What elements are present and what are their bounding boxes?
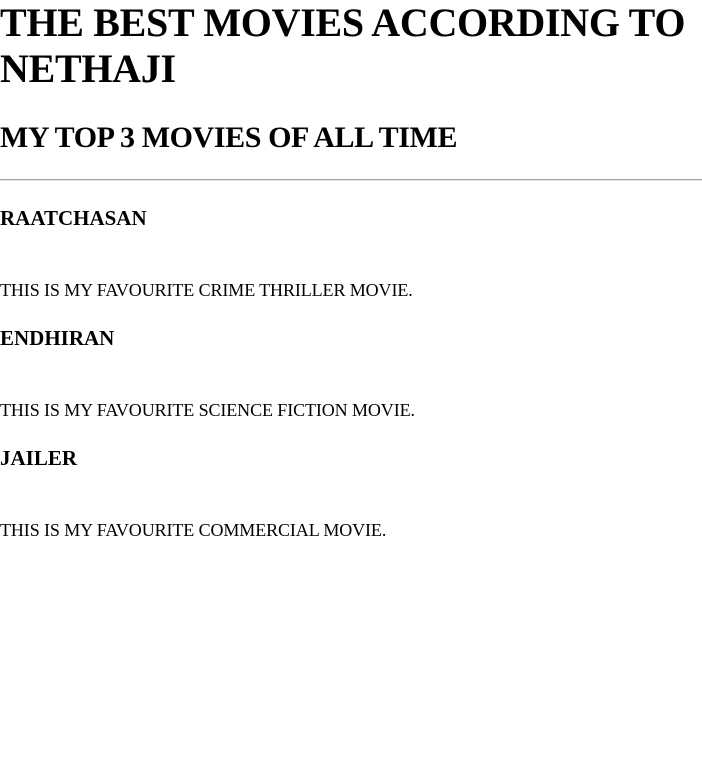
movie-description: THIS IS MY FAVOURITE SCIENCE FICTION MOV… [0, 400, 415, 420]
movie-title: RAATCHASAN [0, 206, 147, 230]
movie-item-endhiran: ENDHIRAN THIS IS MY FAVOURITE SCIENCE FI… [0, 325, 702, 445]
movie-item-jailer: JAILER THIS IS MY FAVOURITE COMMERCIAL M… [0, 445, 702, 565]
movie-item-raatchasan: RAATCHASAN THIS IS MY FAVOURITE CRIME TH… [0, 205, 702, 325]
page: THE BEST MOVIES ACCORDING TO NETHAJI MY … [0, 0, 702, 758]
movie-description: THIS IS MY FAVOURITE CRIME THRILLER MOVI… [0, 280, 413, 300]
page-title: THE BEST MOVIES ACCORDING TO NETHAJI [0, 0, 686, 91]
divider [0, 179, 702, 181]
movie-list: RAATCHASAN THIS IS MY FAVOURITE CRIME TH… [0, 205, 702, 565]
movie-title: JAILER [0, 446, 78, 470]
page-subtitle: MY TOP 3 MOVIES OF ALL TIME [0, 121, 458, 154]
movie-description: THIS IS MY FAVOURITE COMMERCIAL MOVIE. [0, 520, 387, 540]
movie-title: ENDHIRAN [0, 326, 115, 350]
